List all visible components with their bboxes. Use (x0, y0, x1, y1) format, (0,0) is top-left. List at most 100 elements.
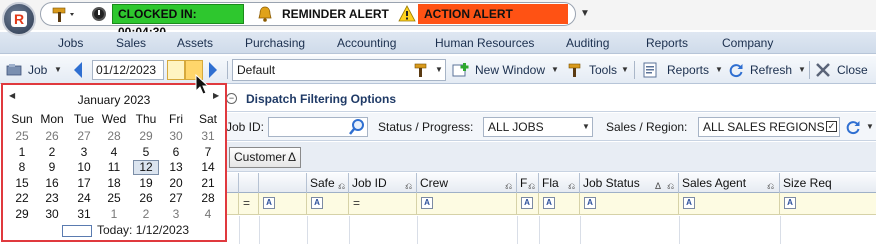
filter-cell-sales-agent[interactable]: A (679, 193, 780, 215)
calendar-day[interactable]: 25 (101, 191, 127, 206)
filter-cell-crew[interactable]: A (417, 193, 517, 215)
calendar-day-other-month[interactable]: 30 (163, 129, 189, 144)
action-alert[interactable]: ACTION ALERT (418, 4, 568, 24)
filter-cell[interactable] (226, 193, 239, 215)
previous-day-icon[interactable] (72, 61, 84, 79)
column-header-blank[interactable] (239, 173, 259, 193)
menu-accounting[interactable]: Accounting (337, 32, 396, 54)
region-checkbox[interactable]: ✓ (826, 121, 837, 132)
calendar-day[interactable]: 4 (101, 145, 127, 160)
calendar-day[interactable]: 22 (9, 191, 35, 206)
column-header-job-status[interactable]: Job Status Δ ⎌ (580, 173, 679, 193)
filter-more-dropdown-icon[interactable]: ▼ (866, 117, 874, 137)
menu-auditing[interactable]: Auditing (566, 32, 609, 54)
today-button[interactable]: Today: 1/12/2023 (97, 223, 189, 237)
calendar-day[interactable]: 3 (71, 145, 97, 160)
column-header-fla[interactable]: Fla ⎌ (539, 173, 580, 193)
date-input[interactable]: 01/12/2023 (92, 60, 164, 80)
column-header-safe[interactable]: Safe ⎌ (307, 173, 349, 193)
collapse-icon[interactable]: − (226, 93, 237, 104)
close-button[interactable]: Close (837, 56, 868, 84)
group-by-customer[interactable]: Customer Δ (229, 147, 301, 168)
calendar-day-other-month[interactable]: 3 (163, 207, 189, 222)
text-filter-icon[interactable]: A (311, 197, 323, 209)
calendar-day-other-month[interactable]: 25 (9, 129, 35, 144)
pin-icon[interactable]: ⎌ (505, 176, 512, 193)
filter-refresh-icon[interactable] (845, 119, 861, 135)
filter-cell-job-status[interactable]: A (580, 193, 679, 215)
menu-human-resources[interactable]: Human Resources (435, 32, 534, 54)
pin-icon[interactable]: ⎌ (528, 176, 535, 193)
calendar-day[interactable]: 8 (9, 160, 35, 175)
sort-icon[interactable]: Δ (655, 176, 661, 193)
calendar-day[interactable]: 24 (71, 191, 97, 206)
reminder-alert[interactable]: REMINDER ALERT (276, 4, 394, 24)
filter-cell[interactable]: = (239, 193, 259, 215)
calendar-day-other-month[interactable]: 26 (39, 129, 65, 144)
pin-icon[interactable]: ⎌ (338, 176, 345, 193)
refresh-dropdown-icon[interactable]: ▼ (798, 56, 806, 84)
filter-cell-fla[interactable]: A (539, 193, 580, 215)
hammer-icon[interactable] (50, 5, 78, 23)
calendar-day-other-month[interactable]: 27 (71, 129, 97, 144)
search-icon[interactable] (348, 118, 366, 136)
menu-reports[interactable]: Reports (646, 32, 688, 54)
pin-icon[interactable]: ⎌ (767, 176, 774, 193)
clocked-in-badge[interactable]: CLOCKED IN: 00:04:30 (112, 4, 244, 39)
reports-dropdown-icon[interactable]: ▼ (715, 56, 723, 84)
filter-cell-safe[interactable]: A (307, 193, 349, 215)
pin-icon[interactable]: ⎌ (667, 176, 674, 193)
calendar-day[interactable]: 14 (195, 160, 221, 175)
calendar-day[interactable]: 21 (195, 176, 221, 191)
calendar-day-other-month[interactable]: 28 (101, 129, 127, 144)
calendar-day[interactable]: 19 (133, 176, 159, 191)
job-type-label[interactable]: Job (28, 56, 47, 84)
calendar-day-other-month[interactable]: 31 (195, 129, 221, 144)
pin-icon[interactable]: ⎌ (568, 176, 575, 193)
text-filter-icon[interactable]: A (584, 197, 596, 209)
calendar-day[interactable]: 29 (9, 207, 35, 222)
calendar-day[interactable]: 20 (163, 176, 189, 191)
reports-button[interactable]: Reports (667, 56, 709, 84)
calendar-day[interactable]: 11 (101, 160, 127, 175)
calendar-day[interactable]: 1 (9, 145, 35, 160)
calendar-day-other-month[interactable]: 1 (101, 207, 127, 222)
pin-icon[interactable]: ⎌ (405, 176, 412, 193)
calendar-day[interactable]: 18 (101, 176, 127, 191)
calendar-day[interactable]: 9 (39, 160, 65, 175)
calendar-day[interactable]: 27 (163, 191, 189, 206)
calendar-day-other-month[interactable]: 29 (133, 129, 159, 144)
menu-company[interactable]: Company (722, 32, 773, 54)
filter-cell-size-req[interactable]: A (780, 193, 876, 215)
text-filter-icon[interactable]: A (683, 197, 695, 209)
text-filter-icon[interactable]: A (521, 197, 533, 209)
calendar-day[interactable]: 7 (195, 145, 221, 160)
calendar-day[interactable]: 23 (39, 191, 65, 206)
menu-sales[interactable]: Sales (116, 32, 146, 54)
calendar-day[interactable]: 12 (133, 160, 159, 175)
column-header-sales-agent[interactable]: Sales Agent ⎌ (679, 173, 780, 193)
column-header-crew[interactable]: Crew ⎌ (417, 173, 517, 193)
sales-region-select[interactable]: ALL SALES REGIONS (698, 117, 840, 137)
column-header-job-id[interactable]: Job ID ⎌ (349, 173, 417, 193)
calendar-day-other-month[interactable]: 4 (195, 207, 221, 222)
filter-cell[interactable]: A (259, 193, 307, 215)
column-header-indicator[interactable] (226, 173, 239, 193)
column-header-f[interactable]: F ⎌ (517, 173, 539, 193)
calendar-day[interactable]: 15 (9, 176, 35, 191)
column-header-blank[interactable] (259, 173, 307, 193)
job-type-dropdown-icon[interactable]: ▼ (54, 56, 62, 84)
status-bar-menu-icon[interactable]: ▼ (580, 6, 590, 22)
status-progress-select[interactable]: ALL JOBS (483, 117, 593, 137)
menu-jobs[interactable]: Jobs (58, 32, 83, 54)
tools-button[interactable]: Tools (589, 56, 617, 84)
tools-dropdown-icon[interactable]: ▼ (621, 56, 629, 84)
text-filter-icon[interactable]: A (421, 197, 433, 209)
refresh-button[interactable]: Refresh (750, 56, 792, 84)
menu-assets[interactable]: Assets (177, 32, 213, 54)
new-window-button[interactable]: New Window (475, 56, 545, 84)
calendar-day[interactable]: 30 (39, 207, 65, 222)
calendar-day-other-month[interactable]: 2 (133, 207, 159, 222)
calendar-icon[interactable] (167, 60, 185, 80)
calendar-day[interactable]: 31 (71, 207, 97, 222)
